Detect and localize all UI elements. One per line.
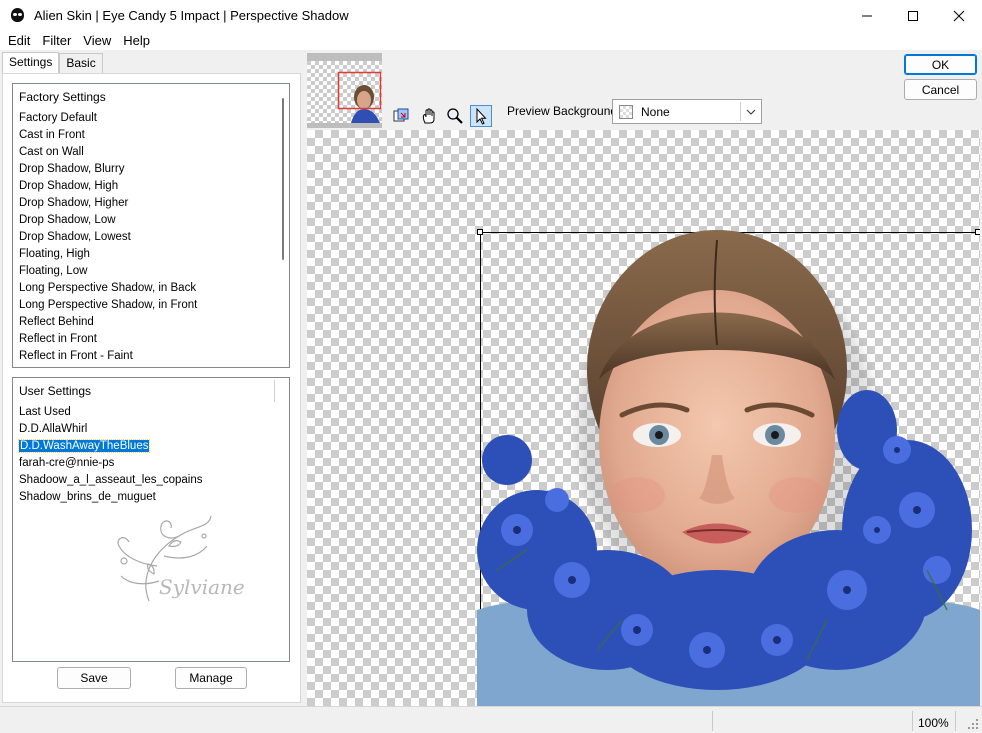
factory-setting-list-item-label: Cast on Wall <box>19 146 84 158</box>
user-settings-header: User Settings <box>19 384 92 398</box>
header-divider <box>274 380 275 402</box>
close-button[interactable] <box>936 0 982 31</box>
svg-text:Sylviane: Sylviane <box>159 575 245 599</box>
factory-setting-list-item-label: Drop Shadow, Lowest <box>19 231 131 243</box>
status-divider <box>912 711 913 731</box>
zoom-icon <box>447 108 463 124</box>
user-setting-list-item[interactable]: farah-cre@nnie-ps <box>19 455 203 472</box>
factory-setting-list-item[interactable]: Long Perspective Shadow, in Back <box>19 280 197 297</box>
user-setting-list-item-label: farah-cre@nnie-ps <box>19 457 115 469</box>
factory-setting-list-item[interactable]: Floating, Low <box>19 263 197 280</box>
scrollbar-thumb[interactable] <box>282 98 284 260</box>
close-icon <box>953 10 965 21</box>
factory-setting-list-item-label: Reflect in Front - Faint <box>19 350 133 362</box>
hand-tool[interactable] <box>418 105 440 127</box>
factory-setting-list-item[interactable]: Long Perspective Shadow, in Front <box>19 297 197 314</box>
window-title: Alien Skin | Eye Candy 5 Impact | Perspe… <box>34 8 349 23</box>
factory-setting-list-item-label: Floating, Low <box>19 265 88 277</box>
status-divider <box>955 711 956 731</box>
user-setting-list-item[interactable]: D.D.AllaWhirl <box>19 421 203 438</box>
zoom-tool[interactable] <box>444 105 466 127</box>
factory-settings-items: Factory Default Cast in Front Cast on Wall… <box>19 110 197 365</box>
manage-button[interactable]: Manage <box>175 667 247 689</box>
tab-basic[interactable]: Basic <box>59 53 103 73</box>
factory-setting-list-item[interactable]: Reflect in Front - Faint <box>19 348 197 365</box>
factory-setting-list-item-label: Drop Shadow, Higher <box>19 197 129 209</box>
factory-setting-list-item[interactable]: Drop Shadow, High <box>19 178 197 195</box>
alien-skin-icon <box>10 7 26 24</box>
user-setting-list-item[interactable]: Shadoow_a_l_asseaut_les_copains <box>19 472 203 489</box>
navigate-icon <box>393 108 409 122</box>
sylviane-watermark-logo: Sylviane <box>117 515 245 602</box>
preview-background-label: Preview Background: <box>507 104 621 118</box>
maximize-button[interactable] <box>890 0 936 31</box>
preview-canvas[interactable] <box>307 130 980 706</box>
factory-setting-list-item-label: Drop Shadow, Blurry <box>19 163 125 175</box>
preview-photo-girl <box>477 230 980 706</box>
zoom-level: 100% <box>918 716 949 730</box>
navigate-tool[interactable] <box>390 105 412 127</box>
status-bar: 100% <box>0 706 982 733</box>
user-setting-list-item-label: D.D.AllaWhirl <box>19 423 88 435</box>
menu-bar: Edit Filter View Help <box>0 31 982 50</box>
factory-scrollbar[interactable] <box>279 98 287 268</box>
chevron-down-icon <box>741 109 761 115</box>
user-setting-list-item-label: Shadoow_a_l_asseaut_les_copains <box>19 474 203 486</box>
user-setting-list-item[interactable]: Last Used <box>19 404 203 421</box>
factory-setting-list-item[interactable]: Cast in Front <box>19 127 197 144</box>
factory-setting-list-item[interactable]: Reflect in Front <box>19 331 197 348</box>
factory-settings-header: Factory Settings <box>19 90 106 104</box>
user-setting-list-item[interactable]: Shadow_brins_de_muguet <box>19 489 203 506</box>
factory-setting-list-item-label: Factory Default <box>19 112 97 124</box>
menu-filter[interactable]: Filter <box>36 33 77 48</box>
navigator-thumbnail[interactable] <box>307 53 382 128</box>
menu-help[interactable]: Help <box>117 33 156 48</box>
save-button[interactable]: Save <box>57 667 131 689</box>
minimize-icon <box>862 15 872 16</box>
tab-strip: Settings Basic <box>2 52 103 73</box>
factory-setting-list-item-label: Drop Shadow, High <box>19 180 119 192</box>
factory-setting-list-item[interactable]: Drop Shadow, Higher <box>19 195 197 212</box>
transparent-swatch-icon <box>619 104 633 119</box>
cancel-button[interactable]: Cancel <box>904 79 977 100</box>
factory-setting-list-item-label: Long Perspective Shadow, in Back <box>19 282 197 294</box>
user-setting-list-item-label: Last Used <box>19 406 71 418</box>
factory-setting-list-item[interactable]: Cast on Wall <box>19 144 197 161</box>
resize-grip-icon[interactable] <box>967 718 979 730</box>
factory-setting-list-item-label: Reflect in Front <box>19 333 97 345</box>
preview-background-select[interactable]: None <box>612 99 762 124</box>
factory-setting-list-item[interactable]: Reflect Behind <box>19 314 197 331</box>
factory-setting-list-item-label: Cast in Front <box>19 129 85 141</box>
minimize-button[interactable] <box>844 0 890 31</box>
factory-setting-list-item-label: Long Perspective Shadow, in Front <box>19 299 198 311</box>
tab-settings[interactable]: Settings <box>2 52 60 73</box>
user-setting-list-item-label: D.D.WashAwayTheBlues <box>17 439 151 453</box>
navigator-preview-image <box>307 61 382 123</box>
factory-setting-list-item[interactable]: Drop Shadow, Low <box>19 212 197 229</box>
user-setting-list-item[interactable]: D.D.WashAwayTheBlues <box>17 438 203 455</box>
factory-setting-list-item[interactable]: Drop Shadow, Blurry <box>19 161 197 178</box>
pointer-tool[interactable] <box>470 105 492 127</box>
pointer-icon <box>476 107 487 125</box>
hand-icon <box>422 108 435 124</box>
preview-background-value: None <box>641 104 670 119</box>
factory-setting-list-item[interactable]: Floating, High <box>19 246 197 263</box>
menu-edit[interactable]: Edit <box>2 33 36 48</box>
factory-settings-list[interactable]: Factory Settings Factory Default Cast in … <box>12 83 290 368</box>
user-settings-items: Last Used D.D.AllaWhirl D.D.WashAwayTheBlu… <box>17 404 203 506</box>
status-divider <box>712 711 713 731</box>
factory-setting-list-item-label: Reflect Behind <box>19 316 94 328</box>
factory-setting-list-item-label: Drop Shadow, Low <box>19 214 116 226</box>
factory-setting-list-item-label: Floating, High <box>19 248 90 260</box>
title-bar: Alien Skin | Eye Candy 5 Impact | Perspe… <box>0 0 982 31</box>
settings-panel: Settings Basic Factory Settings Factory … <box>0 50 305 706</box>
menu-view[interactable]: View <box>77 33 117 48</box>
maximize-icon <box>908 10 918 21</box>
factory-setting-list-item[interactable]: Drop Shadow, Lowest <box>19 229 197 246</box>
factory-setting-list-item[interactable]: Factory Default <box>19 110 197 127</box>
user-setting-list-item-label: Shadow_brins_de_muguet <box>19 491 156 503</box>
ok-button[interactable]: OK <box>904 54 977 75</box>
user-settings-list[interactable]: User Settings Last Used D.D.AllaWhirl D.D.… <box>12 377 290 662</box>
